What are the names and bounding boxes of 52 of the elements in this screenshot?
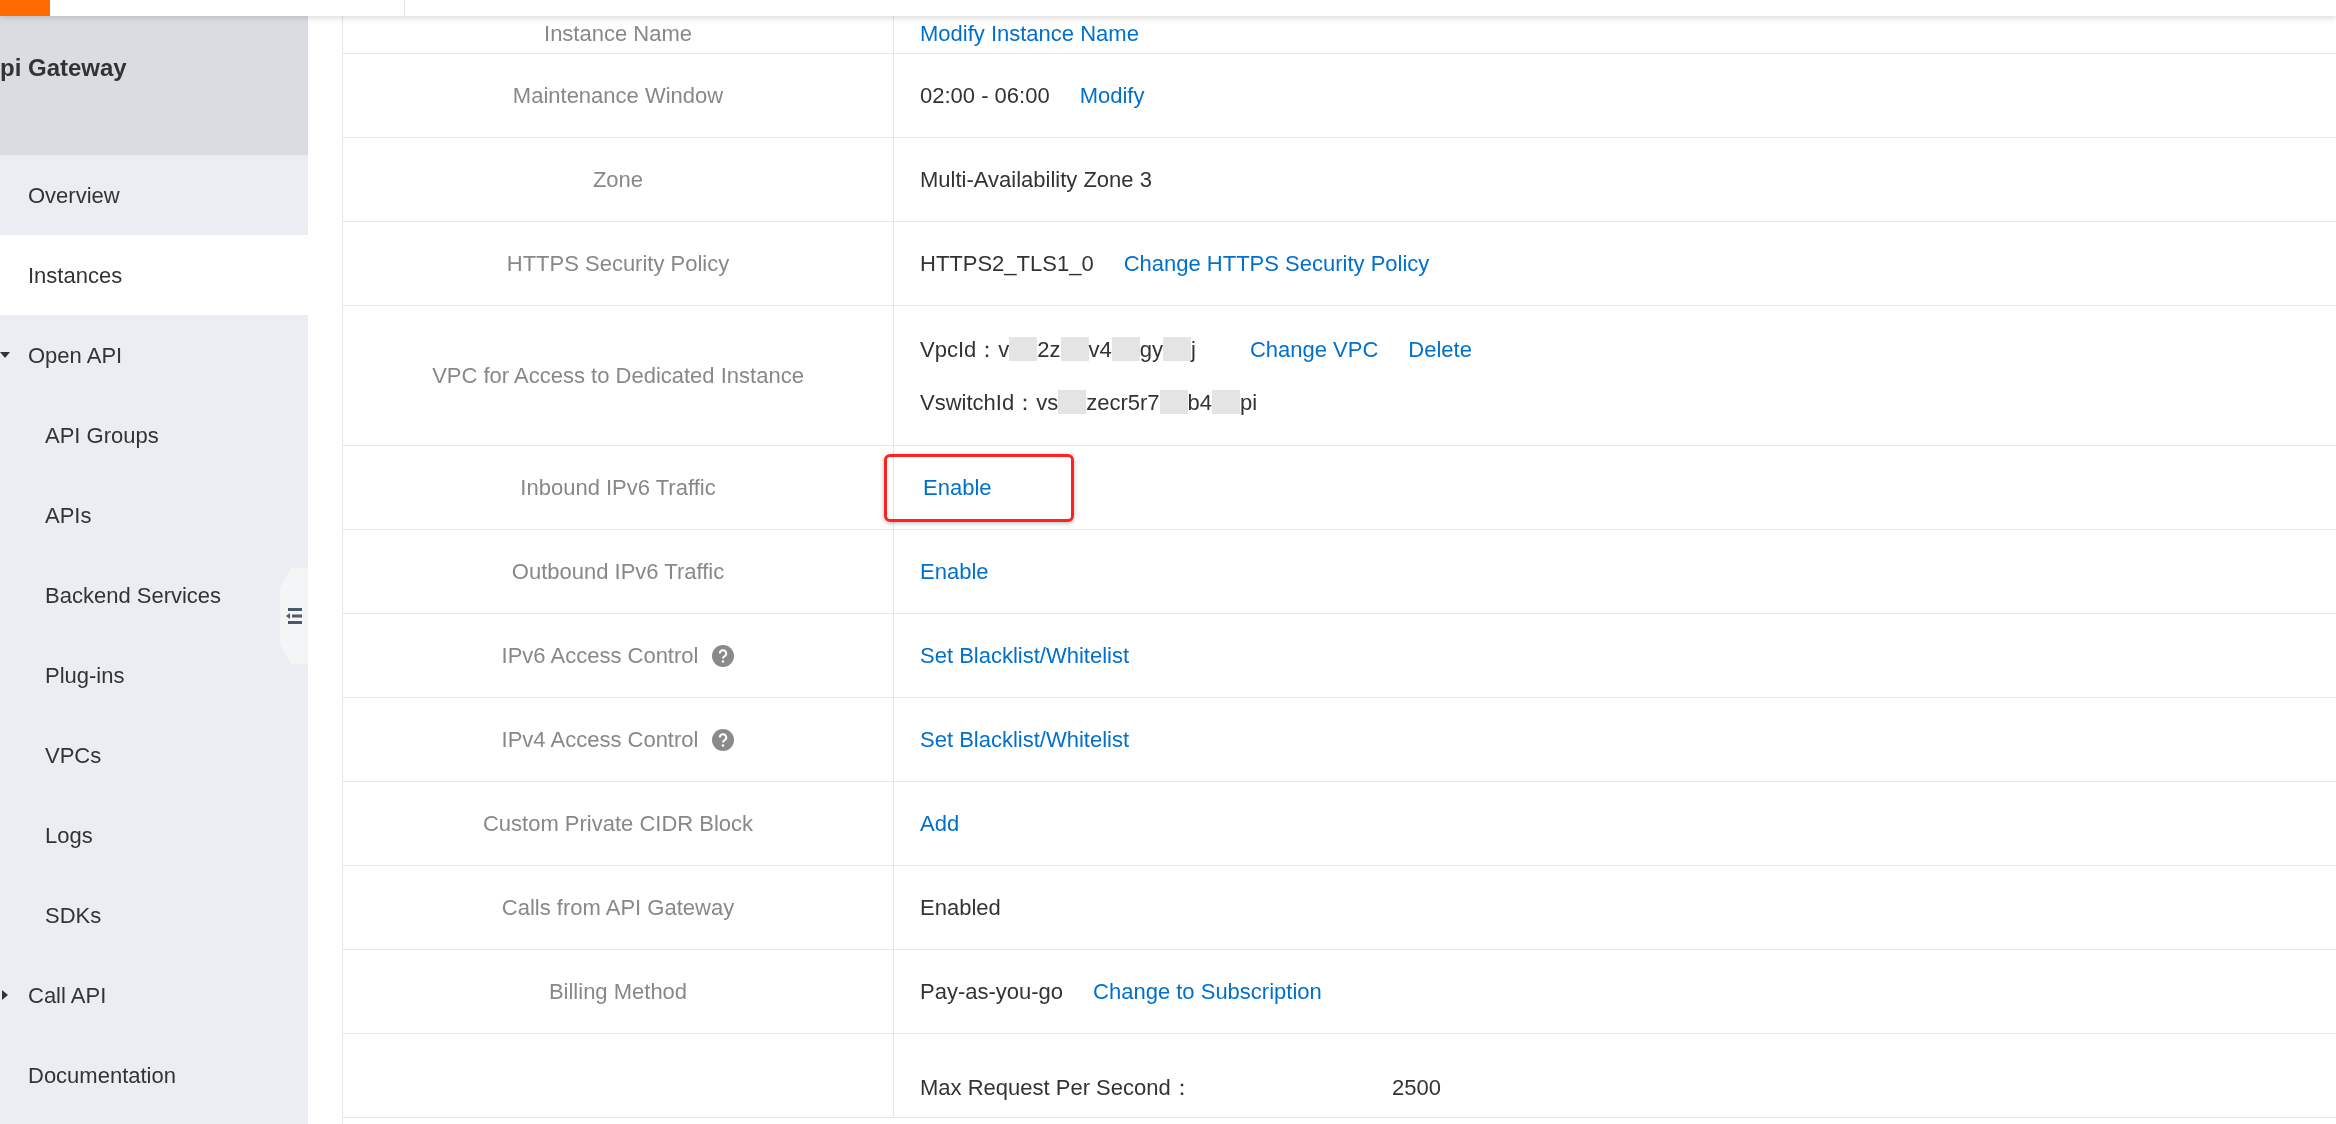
action-link[interactable]: Delete [1408, 336, 1472, 362]
sidebar-title: pi Gateway [0, 16, 308, 155]
action-link[interactable]: Add [920, 811, 960, 836]
id-value: vs zecr5r7 b4 pi [1036, 388, 1258, 417]
row-label: Billing Method [548, 978, 688, 1006]
row-label: Zone [592, 166, 644, 194]
row-label: Maintenance Window [512, 82, 724, 110]
nav-item[interactable]: VPCs [0, 715, 278, 795]
nav-item[interactable]: APIs [0, 475, 278, 555]
nav-group[interactable]: Call API [0, 955, 308, 1035]
nav-item[interactable]: Plug-ins [0, 635, 278, 715]
action-link[interactable]: Change HTTPS Security Policy [1123, 251, 1430, 276]
nav-item[interactable]: SDKs [0, 875, 278, 955]
field-value: 2500 [1392, 1074, 1441, 1102]
action-link[interactable]: Change to Subscription [1093, 979, 1322, 1004]
action-link[interactable]: Enable [920, 559, 989, 584]
value-text: Enabled [920, 895, 1001, 920]
row-label: Outbound IPv6 Traffic [511, 558, 725, 586]
action-link[interactable]: Set Blacklist/Whitelist [920, 727, 1130, 752]
action-link[interactable]: Modify [1079, 83, 1145, 108]
field-label: Max Request Per Second： [920, 1074, 1194, 1102]
nav-item[interactable]: API Groups [0, 395, 278, 475]
value-text: 02:00 - 06:00 [920, 83, 1050, 108]
value-text: HTTPS2_TLS1_0 [920, 251, 1094, 276]
row-label: Custom Private CIDR Block [482, 810, 754, 838]
value-text: Multi-Availability Zone 3 [920, 167, 1152, 192]
nav-item[interactable]: Documentation [0, 1035, 308, 1115]
row-label: HTTPS Security Policy [506, 250, 730, 278]
row-label: Calls from API Gateway [501, 894, 735, 922]
value-text: Pay-as-you-go [920, 979, 1064, 1004]
logo-mark [0, 0, 50, 16]
help-icon[interactable] [712, 728, 735, 751]
help-icon[interactable] [712, 644, 735, 667]
id-label: VpcId： [920, 335, 999, 364]
nav-group[interactable]: Open API [0, 315, 308, 395]
id-label: VswitchId： [920, 388, 1037, 417]
row-label: Inbound IPv6 Traffic [520, 474, 716, 502]
nav-item[interactable]: Overview [0, 155, 308, 235]
nav-item[interactable]: Logs [0, 795, 278, 875]
row-label: Instance Name [544, 20, 692, 48]
row-label: VPC for Access to Dedicated Instance [432, 362, 804, 390]
collapse-handle[interactable] [280, 568, 308, 664]
action-link[interactable]: Modify Instance Name [920, 21, 1139, 46]
action-link[interactable]: Change VPC [1249, 336, 1379, 362]
collapse-icon [286, 607, 302, 625]
action-link[interactable]: Enable [923, 471, 992, 504]
row-label: IPv6 Access Control [501, 642, 699, 670]
action-link[interactable]: Set Blacklist/Whitelist [920, 643, 1130, 668]
nav-item[interactable]: Backend Services [0, 555, 278, 635]
id-value: v 2z v4 gy j [998, 335, 1196, 364]
nav-item[interactable]: Instances [0, 235, 308, 315]
row-label: IPv4 Access Control [501, 726, 699, 754]
